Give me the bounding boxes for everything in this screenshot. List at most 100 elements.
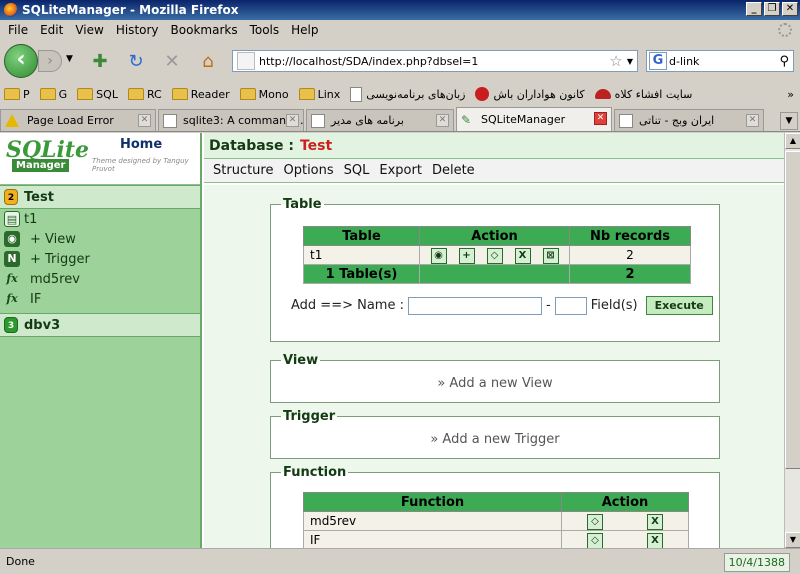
- history-dropdown-icon[interactable]: ▼: [66, 54, 73, 64]
- tab-list-icon[interactable]: ▼: [780, 112, 798, 130]
- table-row: t1 ◉ + ◇ X ⊠ 2: [303, 245, 691, 265]
- sql-link[interactable]: SQL: [344, 163, 370, 178]
- insert-icon[interactable]: +: [458, 247, 475, 264]
- bookmark-sql[interactable]: SQL: [77, 88, 118, 101]
- bookmark-programming-languages[interactable]: زبان‌های برنامه‌نویسی: [350, 86, 465, 102]
- tab-close-icon[interactable]: ✕: [286, 114, 299, 127]
- page-title: Database : Test: [204, 133, 784, 159]
- options-link[interactable]: Options: [283, 163, 333, 178]
- properties-icon[interactable]: ◇: [486, 247, 503, 264]
- tree-item-function-md5rev[interactable]: fx md5rev: [0, 269, 200, 289]
- tab-page-load-error[interactable]: Page Load Error ✕: [0, 109, 156, 131]
- home-icon[interactable]: ⌂: [198, 52, 218, 72]
- title-bar: SQLiteManager - Mozilla Firefox _ ❐ ✕: [0, 0, 800, 20]
- url-bar[interactable]: ☆ ▼: [232, 50, 638, 72]
- bookmark-p[interactable]: P: [4, 88, 30, 101]
- delete-icon[interactable]: X: [647, 513, 663, 530]
- tab-close-icon[interactable]: ✕: [746, 114, 759, 127]
- bookmark-mono[interactable]: Mono: [239, 88, 289, 101]
- tab-close-icon[interactable]: ✕: [594, 112, 607, 125]
- status-date: 10/4/1388: [723, 553, 790, 572]
- browse-icon[interactable]: ◉: [430, 247, 447, 264]
- function-name-cell[interactable]: IF: [303, 530, 562, 548]
- bookmark-fan-club[interactable]: کانون هواداران باش: [475, 87, 585, 101]
- back-button[interactable]: ‹: [4, 44, 38, 78]
- menu-edit[interactable]: Edit: [34, 23, 69, 37]
- bookmarks-overflow-icon[interactable]: »: [787, 88, 794, 101]
- reload-icon[interactable]: ↻: [126, 52, 146, 72]
- bookmark-hat-site[interactable]: سایت افشاء کلاه: [594, 88, 692, 101]
- tree-item-add-view[interactable]: ◉ + View: [0, 229, 200, 249]
- delete-icon[interactable]: X: [647, 532, 663, 548]
- table-name-cell[interactable]: t1: [303, 245, 420, 265]
- delete-icon[interactable]: X: [514, 247, 531, 264]
- logo-title: SQLite: [6, 137, 90, 163]
- export-link[interactable]: Export: [379, 163, 422, 178]
- empty-icon[interactable]: ⊠: [542, 247, 559, 264]
- scroll-down-icon[interactable]: ▼: [785, 532, 800, 548]
- tree-item-add-trigger[interactable]: N + Trigger: [0, 249, 200, 269]
- right-pane: Database : Test Structure Options SQL Ex…: [204, 133, 784, 548]
- database-dbv3[interactable]: 3 dbv3: [0, 313, 200, 337]
- feather-icon: ✎: [461, 112, 472, 127]
- properties-icon[interactable]: ◇: [587, 532, 603, 548]
- scroll-thumb[interactable]: [785, 151, 800, 469]
- search-engine-icon[interactable]: G: [649, 52, 667, 70]
- scroll-up-icon[interactable]: ▲: [785, 133, 800, 149]
- add-view-link[interactable]: » Add a new View: [271, 376, 719, 391]
- search-icon[interactable]: ⚲: [779, 54, 789, 69]
- tab-sqlite3[interactable]: sqlite3: A command... ✕: [158, 109, 304, 131]
- forward-button[interactable]: ›: [38, 50, 62, 72]
- search-input[interactable]: [669, 54, 780, 68]
- execute-button[interactable]: Execute: [645, 296, 713, 315]
- url-input[interactable]: [259, 54, 610, 68]
- page-icon: [311, 113, 325, 128]
- tab-close-icon[interactable]: ✕: [436, 114, 449, 127]
- database-test[interactable]: 2 Test: [0, 185, 200, 209]
- menu-view[interactable]: View: [69, 23, 109, 37]
- stop-icon[interactable]: ✕: [162, 52, 182, 72]
- function-name-cell[interactable]: md5rev: [303, 511, 562, 531]
- menu-tools[interactable]: Tools: [244, 23, 286, 37]
- fields-label: Field(s): [590, 298, 638, 313]
- vertical-scrollbar[interactable]: ▲ ▼: [784, 133, 800, 548]
- menu-history[interactable]: History: [110, 23, 165, 37]
- home-link[interactable]: Home: [120, 137, 162, 152]
- menu-help[interactable]: Help: [285, 23, 324, 37]
- page-icon: [163, 113, 177, 128]
- warning-icon: [5, 114, 19, 127]
- bookmark-star-icon[interactable]: ☆: [609, 52, 622, 70]
- table-total-row: 1 Table(s) 2: [303, 264, 691, 284]
- tree-item-table[interactable]: ▤ t1: [0, 209, 200, 229]
- left-pane: SQLite Manager Theme designed by Tanguy …: [0, 133, 202, 548]
- delete-link[interactable]: Delete: [432, 163, 475, 178]
- new-tab-icon[interactable]: ✚: [90, 52, 110, 72]
- tab-sqlitemanager[interactable]: ✎ SQLiteManager ✕: [456, 107, 612, 131]
- properties-icon[interactable]: ◇: [587, 513, 603, 530]
- tab-close-icon[interactable]: ✕: [138, 114, 151, 127]
- minimize-button[interactable]: _: [746, 2, 762, 16]
- view-section: View » Add a new View: [270, 353, 720, 403]
- structure-link[interactable]: Structure: [213, 163, 273, 178]
- bookmark-linx[interactable]: Linx: [298, 88, 340, 101]
- table-name-input[interactable]: [407, 296, 542, 315]
- tree-item-function-if[interactable]: fx IF: [0, 289, 200, 309]
- add-name-label: Add ==> Name :: [291, 298, 404, 313]
- action-cell: ◉ + ◇ X ⊠: [419, 245, 570, 265]
- tab-manager-programs[interactable]: برنامه های مدیر ✕: [306, 109, 454, 131]
- bookmark-reader[interactable]: Reader: [171, 88, 230, 101]
- restore-button[interactable]: ❐: [764, 2, 780, 16]
- bookmark-rc[interactable]: RC: [127, 88, 162, 101]
- menu-bookmarks[interactable]: Bookmarks: [165, 23, 244, 37]
- view-legend: View: [283, 353, 319, 368]
- bookmark-g[interactable]: G: [39, 88, 67, 101]
- folder-icon: [4, 88, 20, 100]
- menu-file[interactable]: File: [2, 23, 34, 37]
- field-count-input[interactable]: [554, 296, 587, 315]
- tab-iran-web[interactable]: ایران وبج - تناتی ✕: [614, 109, 764, 131]
- url-dropdown-icon[interactable]: ▼: [627, 57, 633, 66]
- add-trigger-link[interactable]: » Add a new Trigger: [271, 432, 719, 447]
- total-label: 1 Table(s): [303, 264, 420, 284]
- search-bar[interactable]: G ⚲: [646, 50, 794, 72]
- close-button[interactable]: ✕: [782, 2, 798, 16]
